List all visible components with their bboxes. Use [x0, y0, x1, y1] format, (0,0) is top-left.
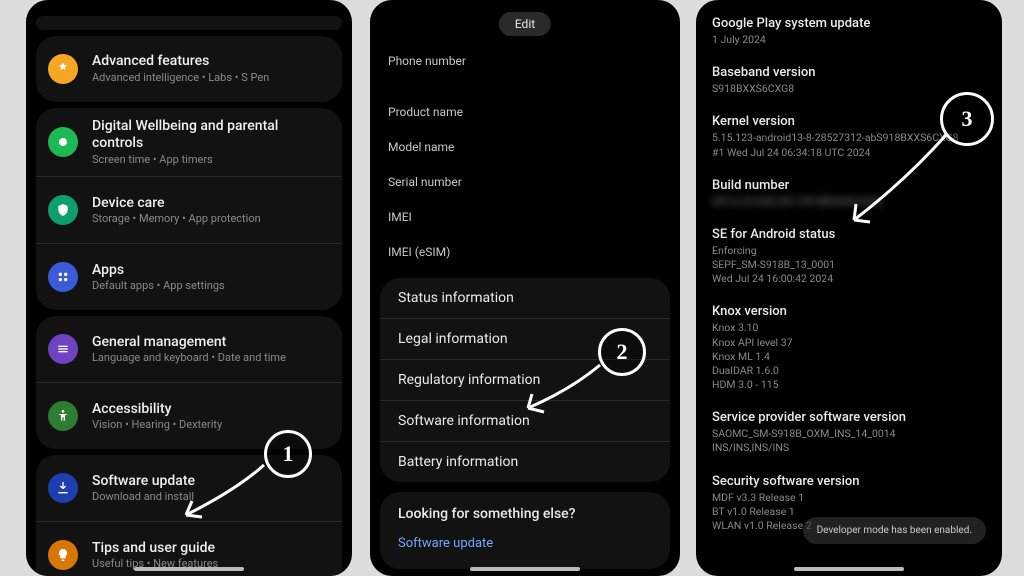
item-subtitle: Language and keyboard • Date and time	[92, 351, 286, 365]
item-kernel-version[interactable]: Kernel version5.15.123-android13-8-28527…	[712, 106, 986, 169]
wellbeing-icon	[48, 127, 78, 157]
settings-item-device-care[interactable]: Device careStorage • Memory • App protec…	[36, 177, 342, 244]
looking-section: Looking for something else? Software upd…	[380, 492, 670, 569]
home-indicator[interactable]	[794, 567, 904, 571]
item-title: Tips and user guide	[92, 540, 218, 557]
settings-item-accessibility[interactable]: AccessibilityVision • Hearing • Dexterit…	[36, 383, 342, 449]
edit-button[interactable]: Edit	[499, 12, 551, 36]
settings-item-wellbeing[interactable]: Digital Wellbeing and parental controlsS…	[36, 108, 342, 177]
item-service-provider-sw[interactable]: Service provider software versionSAOMC_S…	[712, 402, 986, 465]
looking-link-software-update[interactable]: Software update	[380, 524, 670, 563]
settings-screen: Advanced featuresAdvanced intelligence •…	[26, 0, 352, 576]
row-regulatory-information[interactable]: Regulatory information	[380, 360, 670, 401]
software-info-screen: Google Play system update1 July 2024 Bas…	[696, 0, 1002, 576]
item-se-android-status[interactable]: SE for Android statusEnforcing SEPF_SM-S…	[712, 219, 986, 297]
settings-item-apps[interactable]: AppsDefault apps • App settings	[36, 244, 342, 310]
item-title: Device care	[92, 195, 261, 212]
home-indicator[interactable]	[134, 567, 244, 571]
apps-icon	[48, 262, 78, 292]
field-model-name[interactable]: Model name	[370, 128, 680, 163]
settings-group-2: Digital Wellbeing and parental controlsS…	[36, 108, 342, 310]
field-phone-number[interactable]: Phone number	[370, 42, 680, 77]
settings-item-advanced-features[interactable]: Advanced featuresAdvanced intelligence •…	[36, 36, 342, 102]
item-subtitle: Vision • Hearing • Dexterity	[92, 418, 222, 432]
item-subtitle: Advanced intelligence • Labs • S Pen	[92, 71, 269, 85]
settings-item-software-update[interactable]: Software updateDownload and install	[36, 455, 342, 522]
item-knox-version[interactable]: Knox versionKnox 3.10 Knox API level 37 …	[712, 296, 986, 402]
row-software-information[interactable]: Software information	[380, 401, 670, 442]
advanced-features-icon	[48, 54, 78, 84]
field-imei[interactable]: IMEI	[370, 198, 680, 233]
developer-mode-toast: Developer mode has been enabled.	[803, 517, 986, 544]
row-battery-information[interactable]: Battery information	[380, 442, 670, 482]
accessibility-icon	[48, 401, 78, 431]
item-title: Accessibility	[92, 401, 222, 418]
item-subtitle: Screen time • App timers	[92, 153, 328, 167]
about-phone-screen: Edit Phone number Product name Model nam…	[370, 0, 680, 576]
settings-group-3: General managementLanguage and keyboard …	[36, 316, 342, 449]
item-title: Software update	[92, 473, 195, 490]
field-imei-esim[interactable]: IMEI (eSIM)	[370, 233, 680, 268]
item-subtitle: Default apps • App settings	[92, 279, 225, 293]
row-status-information[interactable]: Status information	[380, 278, 670, 319]
software-info-list: Google Play system update1 July 2024 Bas…	[696, 0, 1002, 551]
row-legal-information[interactable]: Legal information	[380, 319, 670, 360]
home-indicator[interactable]	[470, 567, 580, 571]
info-section: Status information Legal information Reg…	[380, 278, 670, 482]
tips-icon	[48, 540, 78, 570]
partial-group	[36, 16, 342, 30]
settings-group-4: Software updateDownload and install Tips…	[36, 455, 342, 576]
item-subtitle: Download and install	[92, 490, 195, 504]
general-mgmt-icon	[48, 334, 78, 364]
settings-group-1: Advanced featuresAdvanced intelligence •…	[36, 36, 342, 102]
item-subtitle: Storage • Memory • App protection	[92, 212, 261, 226]
item-title: General management	[92, 334, 286, 351]
item-title: Apps	[92, 262, 225, 279]
settings-item-general-management[interactable]: General managementLanguage and keyboard …	[36, 316, 342, 383]
item-google-play-update[interactable]: Google Play system update1 July 2024	[712, 8, 986, 57]
item-title: Advanced features	[92, 53, 269, 70]
field-serial-number[interactable]: Serial number	[370, 163, 680, 198]
looking-title: Looking for something else?	[380, 492, 670, 524]
item-build-number[interactable]: Build numberUP1A.231005.007.S918BXXS6CXG…	[712, 170, 986, 219]
software-update-icon	[48, 473, 78, 503]
item-baseband-version[interactable]: Baseband versionS918BXXS6CXG8	[712, 57, 986, 106]
field-product-name[interactable]: Product name	[370, 93, 680, 128]
item-title: Digital Wellbeing and parental controls	[92, 118, 328, 152]
device-care-icon	[48, 195, 78, 225]
